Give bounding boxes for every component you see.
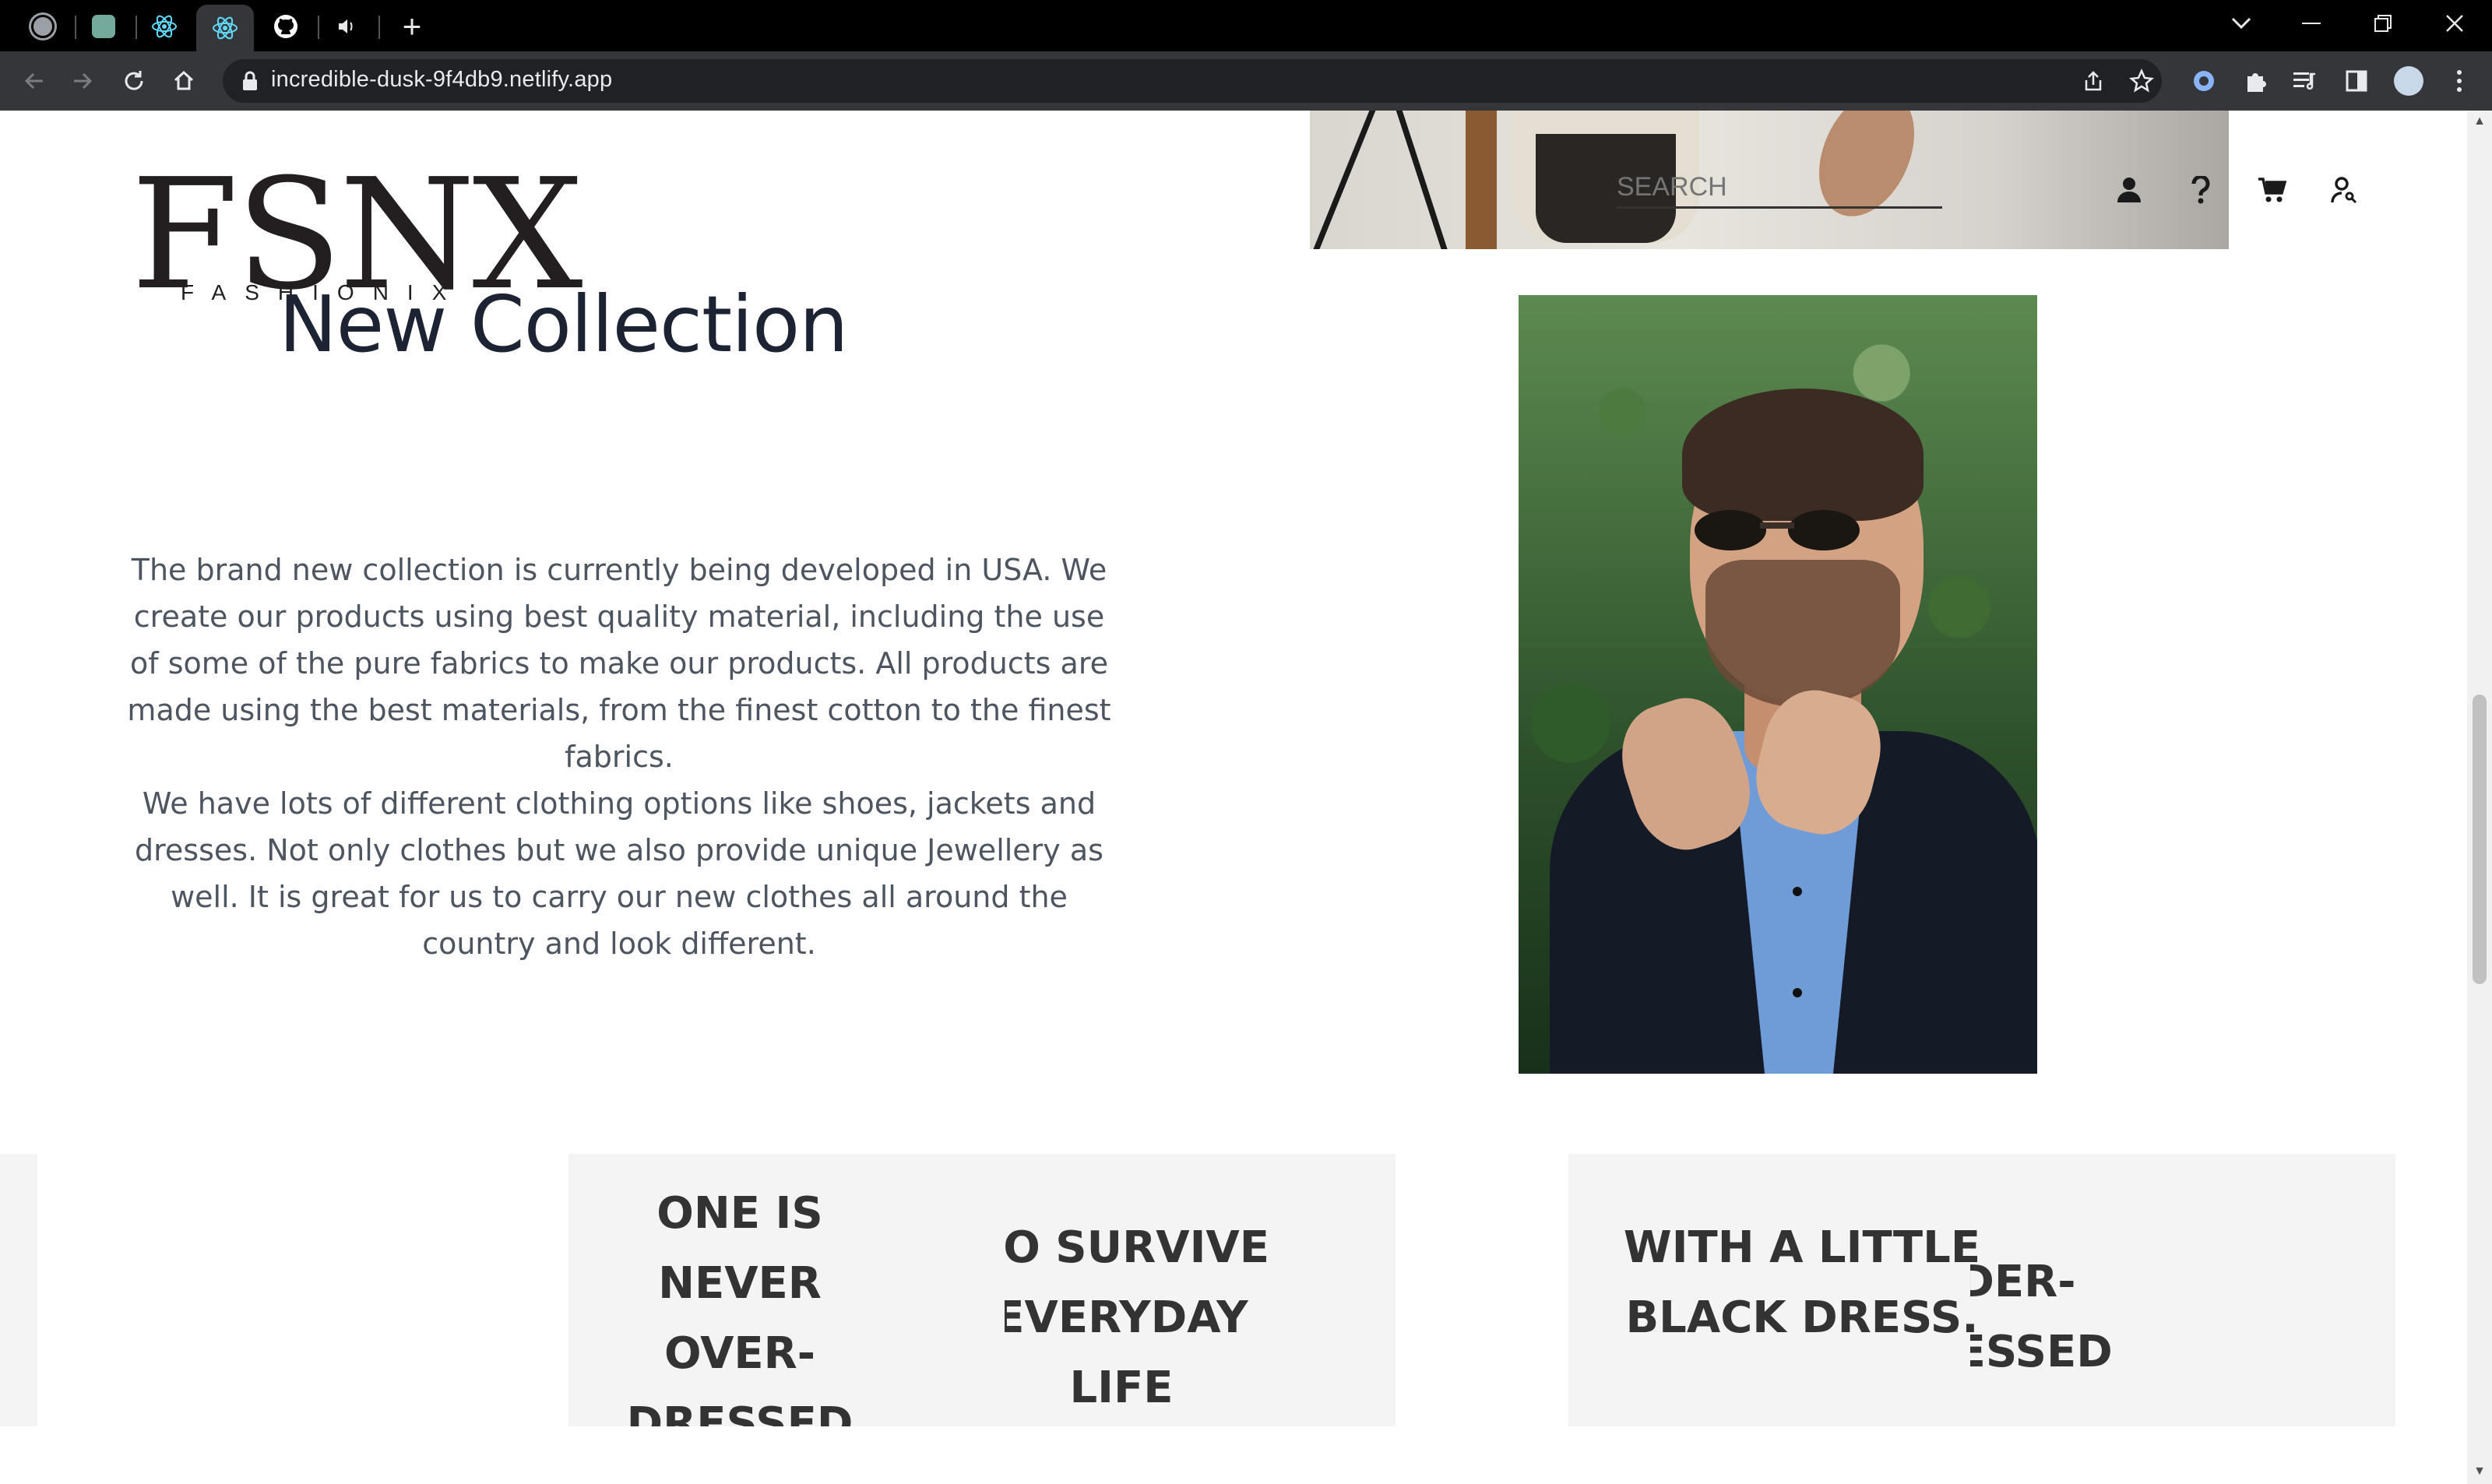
side-panel-icon[interactable] <box>2338 62 2375 100</box>
tab-audio[interactable] <box>321 8 372 45</box>
shirt-button <box>1793 887 1802 896</box>
user-icon <box>2117 178 2141 202</box>
tab-github[interactable] <box>260 8 312 45</box>
arrow-left-icon <box>24 72 43 90</box>
quote-text: ONE IS NEVER OVER-DRESSED OR <box>626 1188 854 1426</box>
page-viewport: FSNX FASHIONIX New Collection The brand … <box>0 111 2467 1484</box>
bookmark-star-icon[interactable] <box>2126 67 2157 95</box>
restore-icon <box>2374 15 2392 32</box>
beard <box>1705 560 1900 708</box>
minimize-button[interactable] <box>2280 5 2342 42</box>
shirt-button <box>1793 988 1802 997</box>
quote-card-edge <box>0 1154 37 1426</box>
tab-react-active[interactable] <box>196 5 254 51</box>
stool-leg <box>1396 111 1448 249</box>
page-scrollbar[interactable]: ▲ ▼ <box>2467 111 2492 1484</box>
media-queue-icon[interactable] <box>2286 62 2324 100</box>
restore-button[interactable] <box>2352 5 2414 42</box>
menu-kebab-icon[interactable] <box>2441 62 2478 100</box>
arrow-right-icon <box>74 72 93 90</box>
scroll-down-arrow-icon[interactable]: ▼ <box>2473 1465 2486 1478</box>
browser-toolbar: incredible-dusk-9f4db9.netlify.app <box>0 51 2492 111</box>
tab-chatgpt[interactable] <box>78 8 129 45</box>
back-button[interactable] <box>12 61 56 101</box>
profile-avatar[interactable] <box>2394 66 2423 96</box>
new-tab-button[interactable]: + <box>386 8 438 45</box>
quote-text-partial: TO SURVIVE EVERYDAY LIFE <box>973 1222 1269 1413</box>
tab-search-button[interactable] <box>2210 5 2272 42</box>
collection-paragraph-2: We have lots of different clothing optio… <box>135 786 1103 961</box>
section-heading: New Collection <box>279 279 849 370</box>
scroll-thumb[interactable] <box>2473 695 2487 984</box>
minimize-icon <box>2302 23 2321 24</box>
question-icon <box>2191 176 2210 204</box>
share-icon[interactable] <box>2078 67 2109 95</box>
tab-separator <box>378 16 380 39</box>
tab-react-1[interactable] <box>139 8 190 45</box>
globe-icon <box>31 15 55 38</box>
help-button[interactable] <box>2184 173 2218 207</box>
chatgpt-icon <box>92 15 115 38</box>
github-icon <box>274 15 297 38</box>
model-portrait-image <box>1519 295 2037 1074</box>
reload-button[interactable] <box>112 61 156 101</box>
cart-icon <box>2258 178 2287 202</box>
user-key-icon <box>2331 177 2357 204</box>
close-window-button[interactable] <box>2423 5 2486 42</box>
lock-icon <box>243 71 257 90</box>
react-icon <box>213 16 238 40</box>
quote-card: ONE IS NEVER OVER-DRESSED OR TO SURVIVE … <box>568 1154 1396 1426</box>
home-button[interactable] <box>162 61 206 101</box>
close-icon <box>2446 15 2463 32</box>
url-text: incredible-dusk-9f4db9.netlify.app <box>271 67 613 92</box>
tab-globe[interactable] <box>17 8 69 45</box>
scroll-up-arrow-icon[interactable]: ▲ <box>2473 115 2486 128</box>
speaker-icon <box>339 19 353 33</box>
tab-separator <box>318 16 319 39</box>
tab-separator <box>136 16 137 39</box>
extensions-puzzle-icon[interactable] <box>2237 62 2274 100</box>
cart-button[interactable] <box>2255 173 2290 207</box>
home-icon <box>174 70 194 90</box>
collection-paragraph-1: The brand new collection is currently be… <box>127 553 1111 774</box>
plus-icon: + <box>402 8 422 44</box>
forward-button[interactable] <box>61 61 104 101</box>
account-button[interactable] <box>2112 173 2146 207</box>
quote-text: WITH A LITTLE BLACK DRESS. <box>1623 1222 1981 1343</box>
sunglasses <box>1695 510 1860 550</box>
quote-card: WITH A LITTLE BLACK DRESS. UNDER-DRESSED <box>1568 1154 2395 1426</box>
address-bar[interactable]: incredible-dusk-9f4db9.netlify.app <box>223 59 2162 103</box>
search-input[interactable] <box>1617 168 1942 209</box>
extension-lens-icon[interactable] <box>2185 62 2223 100</box>
react-icon <box>152 15 177 38</box>
stool-leg <box>1312 111 1376 249</box>
reload-icon <box>125 71 143 90</box>
browser-tab-bar: + <box>0 0 2492 51</box>
login-button[interactable] <box>2327 173 2361 207</box>
hair <box>1682 389 1924 521</box>
tab-separator <box>75 16 76 39</box>
wooden-post <box>1466 111 1497 249</box>
chevron-down-icon <box>2231 17 2251 30</box>
